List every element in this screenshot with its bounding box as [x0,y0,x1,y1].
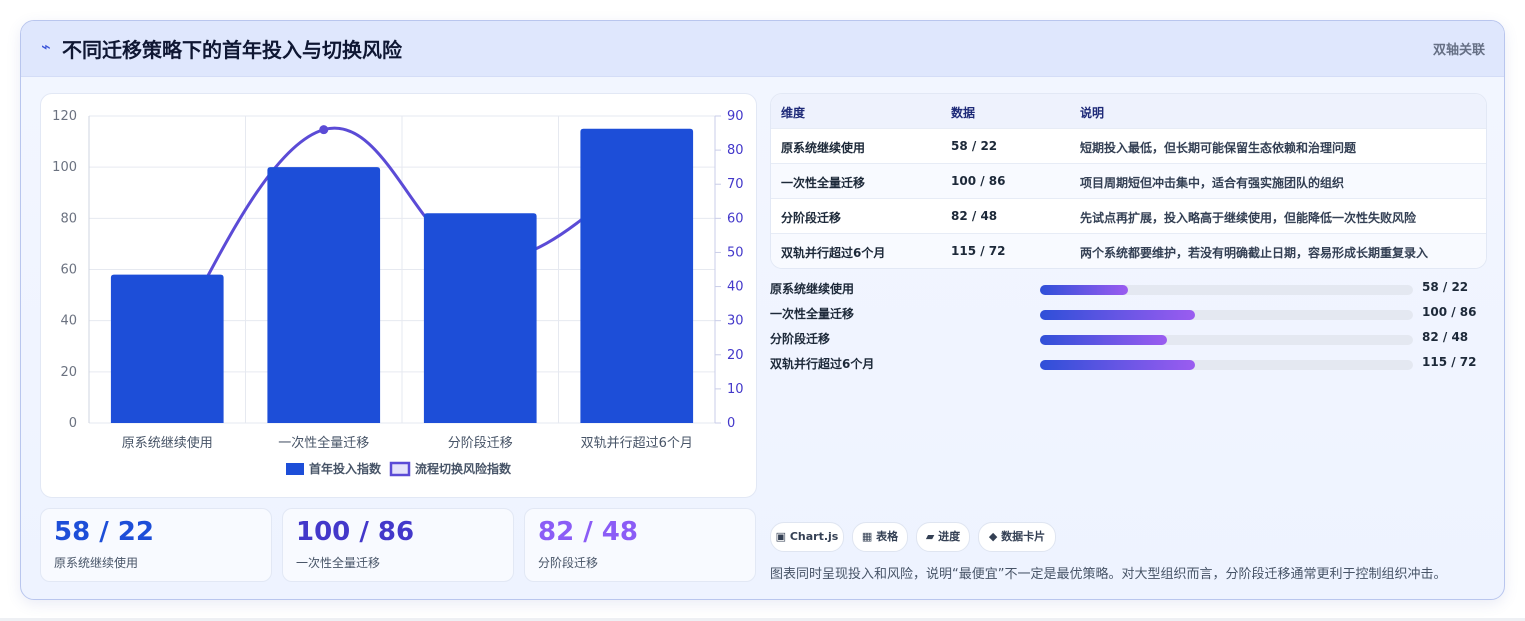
footnote: 图表同时呈现投入和风险，说明“最便宜”不一定是最优策略。对大型组织而言，分阶段迁… [770,567,1447,582]
bar [423,213,537,423]
progress-fill [1040,285,1129,295]
table-cell: 58 / 22 [951,139,998,153]
line-point [319,125,329,135]
y-right-tick-label: 0 [727,416,735,431]
table-cell: 82 / 48 [951,209,998,223]
progress-label: 双轨并行超过6个月 [770,357,875,371]
progress-track [1040,285,1413,295]
bar [110,274,224,423]
progress-value: 82 / 48 [1422,330,1469,344]
table-cell: 原系统继续使用 [781,141,866,155]
kpi-value: 82 / 48 [538,517,638,547]
table-cell: 短期投入最低，但长期可能保留生态依赖和治理问题 [1080,141,1357,155]
table-cell: 先试点再扩展，投入略高于继续使用，但能降低一次性失败风险 [1080,211,1417,225]
kpi-label: 原系统继续使用 [54,556,139,570]
legend-label: 流程切换风险指数 [415,461,512,476]
progress-label: 原系统继续使用 [770,282,855,296]
legend-swatch-bar [286,463,304,475]
y-right-tick-label: 50 [727,245,744,260]
y-right-tick-label: 90 [727,109,744,124]
chip-chartjs[interactable]: ▣ Chart.js [770,522,844,552]
y-right-tick-label: 60 [727,211,744,226]
table-row: 一次性全量迁移 100 / 86 项目周期短但冲击集中，适合有强实施团队的组织 [771,163,1486,199]
table-cell: 一次性全量迁移 [781,176,866,190]
kpi-label: 一次性全量迁移 [296,556,381,570]
kpi-label: 分阶段迁移 [538,556,599,570]
table-row: 原系统继续使用 58 / 22 短期投入最低，但长期可能保留生态依赖和治理问题 [771,128,1486,164]
y-right-tick-label: 20 [727,348,744,363]
kpi-value: 58 / 22 [54,517,154,547]
progress-fill [1040,360,1195,370]
progress-fill [1040,335,1167,345]
kpi-card-2: 82 / 48 分阶段迁移 [524,508,756,582]
progress-value: 100 / 86 [1422,305,1477,319]
table-cell: 115 / 72 [951,244,1006,258]
progress-value: 115 / 72 [1422,355,1477,369]
y-right-tick-label: 40 [727,280,744,295]
combo-chart: 0 20 40 60 80 100 120 0 10 20 30 40 50 60 70 80 90 原系统继续使… [52,109,744,477]
table-cell: 双轨并行超过6个月 [781,246,886,260]
data-table: 维度 数据 说明 原系统继续使用 58 / 22 短期投入最低，但长期可能保留生… [770,93,1487,269]
legend-swatch-line [389,461,411,477]
table-header: 数据 [951,106,976,120]
y-left-tick-label: 0 [69,416,77,431]
progress-value: 58 / 22 [1422,280,1469,294]
y-right-tick-label: 70 [727,177,744,192]
chart-card: ⌁ 不同迁移策略下的首年投入与切换风险 双轴关联 0 20 40 60 80 100 120… [20,20,1505,600]
x-tick-label: 一次性全量迁移 [278,435,369,451]
table-header-row: 维度 数据 说明 [771,94,1486,129]
x-tick-label: 分阶段迁移 [448,436,513,451]
y-right-tick-label: 30 [727,314,744,329]
table-cell: 100 / 86 [951,174,1006,188]
table-cell: 项目周期短但冲击集中，适合有强实施团队的组织 [1080,176,1345,190]
kpi-card-0: 58 / 22 原系统继续使用 [40,508,272,582]
progress-track [1040,335,1413,345]
y-right-tick-label: 10 [727,382,744,397]
legend-label: 首年投入指数 [309,461,382,476]
y-left-tick-label: 60 [60,263,77,278]
chip-table[interactable]: ▦ 表格 [852,522,908,552]
progress-label: 一次性全量迁移 [770,307,855,321]
chip-progress[interactable]: ▰ 进度 [916,522,970,552]
chip-data-card[interactable]: ◆ 数据卡片 [978,522,1056,552]
card-header: ⌁ 不同迁移策略下的首年投入与切换风险 双轴关联 [21,21,1504,77]
progress-fill [1040,310,1195,320]
chart-icon: ⌁ [41,37,51,56]
y-left-tick-label: 80 [60,211,77,226]
y-right-tick-label: 80 [727,143,744,158]
progress-track [1040,360,1413,370]
progress-row-1: 一次性全量迁移 100 / 86 [770,302,1485,322]
progress-row-3: 双轨并行超过6个月 115 / 72 [770,352,1485,372]
progress-row-0: 原系统继续使用 58 / 22 [770,277,1485,297]
x-tick-label: 双轨并行超过6个月 [581,436,693,451]
table-cell: 两个系统都要维护，若没有明确截止日期，容易形成长期重复录入 [1080,246,1429,260]
table-row: 分阶段迁移 82 / 48 先试点再扩展，投入略高于继续使用，但能降低一次性失败… [771,198,1486,234]
progress-track [1040,310,1413,320]
table-row: 双轨并行超过6个月 115 / 72 两个系统都要维护，若没有明确截止日期，容易… [771,233,1486,268]
bar [267,167,381,423]
y-left-tick-label: 20 [60,365,77,380]
progress-row-2: 分阶段迁移 82 / 48 [770,327,1485,347]
table-cell: 分阶段迁移 [781,211,842,225]
table-header: 说明 [1080,106,1105,120]
y-left-tick-label: 100 [52,160,77,175]
page-title: 不同迁移策略下的首年投入与切换风险 [62,38,402,62]
y-left-tick-label: 120 [52,109,77,124]
table-header: 维度 [781,106,806,120]
kpi-card-1: 100 / 86 一次性全量迁移 [282,508,514,582]
chart-container: 0 20 40 60 80 100 120 0 10 20 30 40 50 60 70 80 90 原系统继续使… [40,93,757,498]
y-left-tick-label: 40 [60,314,77,329]
bar [580,128,694,423]
x-tick-label: 原系统继续使用 [122,435,213,451]
dual-axis-tag: 双轴关联 [1432,43,1485,58]
progress-label: 分阶段迁移 [770,332,831,346]
kpi-value: 100 / 86 [296,517,415,547]
